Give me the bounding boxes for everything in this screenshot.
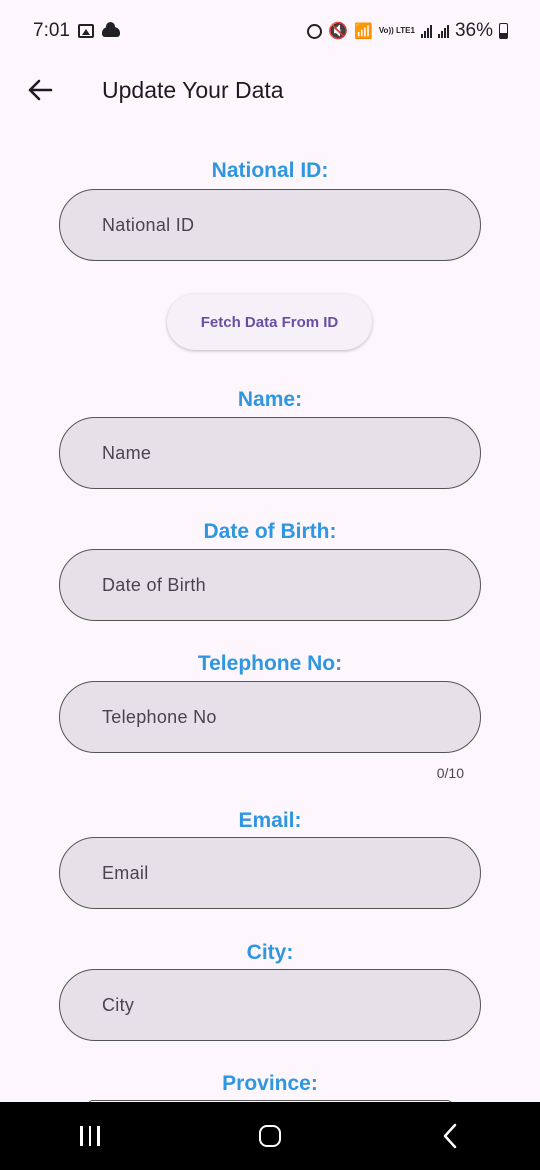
- home-icon: [259, 1125, 281, 1147]
- mute-icon: 🔇: [328, 23, 349, 40]
- cloud-icon: [101, 22, 120, 37]
- signal-icon: [420, 24, 432, 38]
- lte-label: Vo)) LTE1: [378, 26, 415, 35]
- status-time: 7:01: [33, 20, 70, 41]
- status-bar: 7:01 🔇 📶 Vo)) LTE1 36%: [0, 0, 540, 62]
- national-id-label: National ID:: [211, 159, 329, 182]
- date-of-birth-field[interactable]: [59, 549, 481, 621]
- gallery-icon: [77, 24, 94, 38]
- email-field[interactable]: [59, 837, 481, 909]
- telephone-field[interactable]: [59, 681, 481, 753]
- status-right: 🔇 📶 Vo)) LTE1 36%: [307, 20, 508, 42]
- recents-icon: [80, 1126, 100, 1146]
- home-button[interactable]: [240, 1106, 300, 1166]
- national-id-input[interactable]: [102, 214, 480, 236]
- alarm-icon: [307, 23, 323, 39]
- back-button[interactable]: [20, 70, 60, 110]
- fetch-data-button[interactable]: Fetch Data From ID: [167, 294, 372, 350]
- date-of-birth-label: Date of Birth:: [203, 520, 337, 543]
- province-label: Province:: [222, 1072, 318, 1095]
- telephone-counter: 0/10: [436, 765, 464, 781]
- app-bar: Update Your Data: [0, 62, 540, 118]
- email-label: Email:: [238, 809, 302, 832]
- system-nav-bar: [0, 1102, 540, 1170]
- city-label: City:: [246, 941, 294, 964]
- battery-percent: 36%: [454, 20, 493, 41]
- date-of-birth-input[interactable]: [102, 574, 480, 596]
- screen: 7:01 🔇 📶 Vo)) LTE1 36% Update Your Data …: [0, 0, 540, 1170]
- chevron-left-icon: [443, 1123, 457, 1149]
- nav-back-button[interactable]: [420, 1106, 480, 1166]
- page-title: Update Your Data: [102, 76, 284, 103]
- city-input[interactable]: [102, 994, 480, 1016]
- telephone-input[interactable]: [102, 706, 480, 728]
- national-id-field[interactable]: [59, 189, 481, 261]
- name-field[interactable]: [59, 417, 481, 489]
- name-input[interactable]: [102, 442, 480, 464]
- status-left: 7:01: [33, 20, 120, 42]
- email-input[interactable]: [102, 862, 480, 884]
- battery-icon: [499, 23, 508, 39]
- recents-button[interactable]: [60, 1106, 120, 1166]
- wifi-icon: 📶: [354, 23, 373, 40]
- name-label: Name:: [237, 388, 303, 411]
- arrow-left-icon: [28, 79, 53, 101]
- city-field[interactable]: [59, 969, 481, 1041]
- signal-icon: [437, 24, 449, 38]
- telephone-label: Telephone No:: [197, 652, 343, 675]
